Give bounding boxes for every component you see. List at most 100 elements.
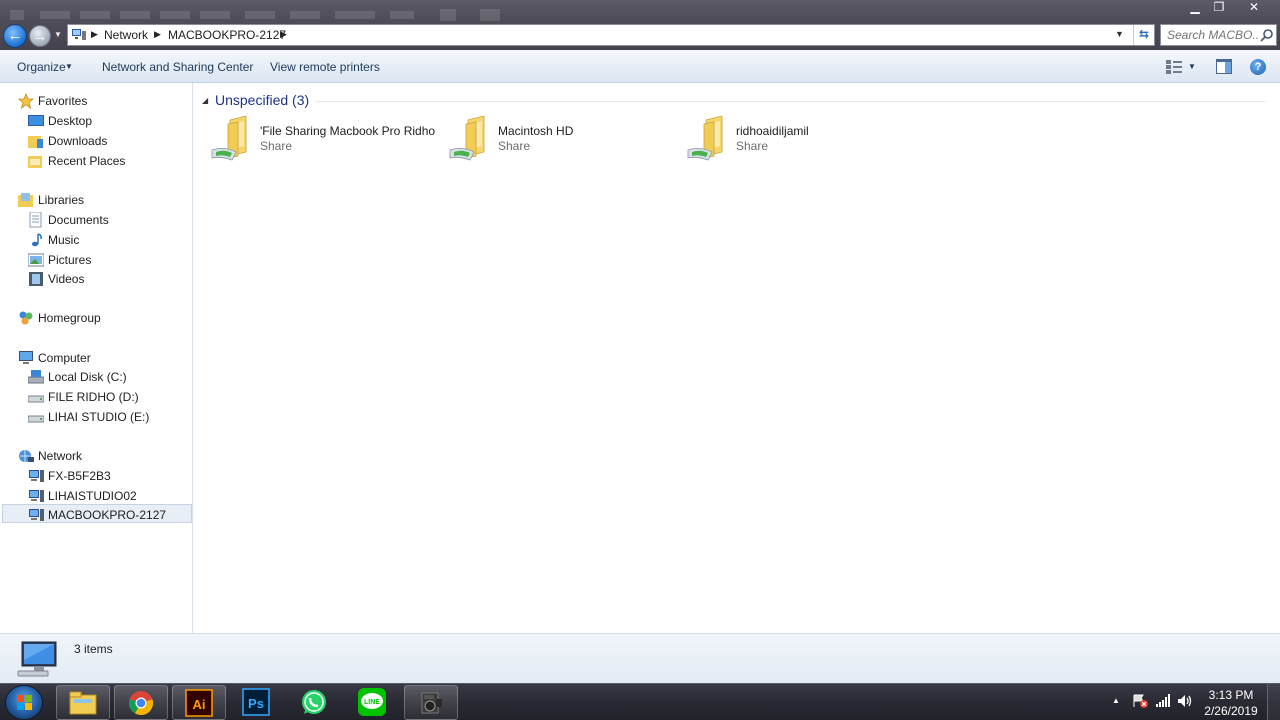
back-button[interactable]: ← bbox=[3, 24, 27, 48]
show-hidden-icons-button[interactable]: ▲ bbox=[1112, 696, 1120, 705]
nav-label: Libraries bbox=[38, 193, 85, 207]
chrome-icon bbox=[128, 691, 154, 716]
network-sharing-center-button[interactable]: Network and Sharing Center bbox=[102, 60, 253, 74]
view-remote-printers-button[interactable]: View remote printers bbox=[270, 60, 380, 74]
libraries-icon bbox=[18, 193, 33, 207]
downloads-folder-icon bbox=[28, 136, 43, 148]
network-computer-icon bbox=[29, 509, 44, 521]
breadcrumb-separator[interactable]: ▶ bbox=[280, 29, 287, 40]
share-type: Share bbox=[498, 139, 531, 153]
system-drive-icon bbox=[28, 370, 44, 384]
computer-icon bbox=[19, 351, 33, 364]
clock-time[interactable]: 3:13 PM bbox=[1198, 688, 1264, 702]
nav-label: Homegroup bbox=[38, 311, 101, 325]
breadcrumb-computer[interactable]: MACBOOKPRO-2127 bbox=[168, 28, 286, 42]
taskbar-whatsapp[interactable] bbox=[288, 685, 342, 720]
search-icon[interactable] bbox=[1260, 28, 1274, 42]
svg-text:Ps: Ps bbox=[248, 696, 264, 711]
taskbar-explorer[interactable] bbox=[56, 685, 110, 720]
share-type: Share bbox=[736, 139, 769, 153]
taskbar-line[interactable]: LINE bbox=[346, 685, 400, 720]
desktop-icon bbox=[28, 115, 44, 126]
organize-button[interactable]: Organize bbox=[17, 60, 66, 74]
breadcrumb-network[interactable]: Network bbox=[104, 28, 148, 42]
collapse-group-icon[interactable]: ◢ bbox=[202, 96, 208, 105]
share-item[interactable]: Macintosh HD Share bbox=[448, 116, 678, 164]
navigation-pane: Favorites Desktop Downloads Recent Place… bbox=[0, 83, 193, 633]
arrow-right-icon: → bbox=[32, 28, 48, 45]
photoshop-icon: Ps bbox=[242, 688, 270, 716]
nav-label: Recent Places bbox=[48, 154, 126, 168]
maximize-button[interactable]: ❐ bbox=[1208, 0, 1230, 16]
shared-folder-icon bbox=[211, 116, 247, 161]
breadcrumb-separator[interactable]: ▶ bbox=[154, 29, 161, 40]
breadcrumb-separator[interactable]: ▶ bbox=[91, 29, 98, 40]
nav-label: Local Disk (C:) bbox=[48, 370, 127, 384]
chevron-down-icon[interactable]: ▼ bbox=[1115, 29, 1127, 41]
network-icon bbox=[72, 29, 86, 40]
nav-label: MACBOOKPRO-2127 bbox=[48, 508, 167, 522]
help-icon[interactable]: ? bbox=[1250, 59, 1266, 75]
preview-pane-icon[interactable] bbox=[1216, 59, 1232, 74]
share-name: Macintosh HD bbox=[498, 124, 574, 138]
taskbar-illustrator[interactable]: Ai bbox=[172, 685, 226, 720]
group-header[interactable]: Unspecified (3) bbox=[215, 92, 309, 108]
command-bar: Organize ▼ Network and Sharing Center Vi… bbox=[0, 50, 1280, 83]
recent-pages-dropdown[interactable]: ▼ bbox=[54, 30, 64, 40]
action-center-icon[interactable] bbox=[1131, 693, 1149, 709]
nav-label: Music bbox=[48, 233, 80, 247]
volume-icon[interactable] bbox=[1176, 693, 1194, 709]
address-bar[interactable]: ▶ Network ▶ MACBOOKPRO-2127 ▶ ▼ ⇆ bbox=[67, 24, 1155, 46]
taskbar-video-app[interactable] bbox=[404, 685, 458, 720]
nav-label: Pictures bbox=[48, 253, 92, 267]
nav-label: Videos bbox=[48, 272, 85, 286]
network-computer-icon bbox=[29, 470, 44, 482]
nav-label: Documents bbox=[48, 213, 109, 227]
change-view-icon[interactable] bbox=[1166, 60, 1182, 74]
nav-label: LIHAI STUDIO (E:) bbox=[48, 410, 150, 424]
drive-icon bbox=[28, 395, 44, 403]
search-box[interactable] bbox=[1160, 24, 1277, 46]
search-input[interactable] bbox=[1167, 28, 1259, 42]
chevron-down-icon[interactable]: ▼ bbox=[1188, 62, 1196, 71]
chevron-down-icon[interactable]: ▼ bbox=[65, 62, 73, 71]
start-button[interactable] bbox=[5, 685, 43, 720]
forward-button[interactable]: → bbox=[29, 25, 51, 47]
close-button[interactable]: ✕ bbox=[1232, 0, 1276, 16]
shared-folder-icon bbox=[449, 116, 485, 161]
clock-date[interactable]: 2/26/2019 bbox=[1198, 704, 1264, 718]
minimize-button[interactable]: ▁ bbox=[1184, 0, 1206, 16]
illustrator-icon: Ai bbox=[185, 689, 213, 717]
share-item[interactable]: ridhoaidiljamil Share bbox=[686, 116, 916, 164]
taskbar-photoshop[interactable]: Ps bbox=[230, 685, 284, 720]
music-icon bbox=[32, 233, 42, 247]
nav-label: Network bbox=[38, 449, 83, 463]
nav-label: Computer bbox=[38, 351, 91, 365]
share-item[interactable]: 'File Sharing Macbook Pro Ridho Share bbox=[210, 116, 440, 164]
whatsapp-icon bbox=[302, 690, 326, 714]
details-pane: 3 items bbox=[0, 633, 1280, 683]
share-name: 'File Sharing Macbook Pro Ridho bbox=[260, 124, 436, 138]
documents-icon bbox=[29, 212, 42, 228]
refresh-icon[interactable]: ⇆ bbox=[1133, 25, 1154, 45]
folder-icon bbox=[69, 691, 97, 715]
videos-icon bbox=[29, 272, 43, 286]
nav-label: Favorites bbox=[38, 94, 88, 108]
share-name: ridhoaidiljamil bbox=[736, 124, 809, 138]
show-desktop-button[interactable] bbox=[1267, 684, 1280, 720]
nav-label: FX-B5F2B3 bbox=[48, 469, 111, 483]
item-count: 3 items bbox=[74, 642, 113, 656]
drive-icon bbox=[28, 415, 44, 423]
video-camera-icon bbox=[421, 692, 442, 714]
homegroup-icon bbox=[19, 311, 33, 325]
signal-strength-icon[interactable] bbox=[1154, 693, 1172, 709]
share-type: Share bbox=[260, 139, 293, 153]
taskbar-chrome[interactable] bbox=[114, 685, 168, 720]
windows-logo-icon bbox=[17, 695, 32, 710]
pictures-icon bbox=[28, 253, 44, 267]
svg-text:LINE: LINE bbox=[364, 699, 380, 706]
group-divider bbox=[316, 101, 1266, 102]
nav-label: Downloads bbox=[48, 134, 108, 148]
line-icon: LINE bbox=[358, 688, 386, 716]
arrow-left-icon: ← bbox=[7, 27, 23, 44]
